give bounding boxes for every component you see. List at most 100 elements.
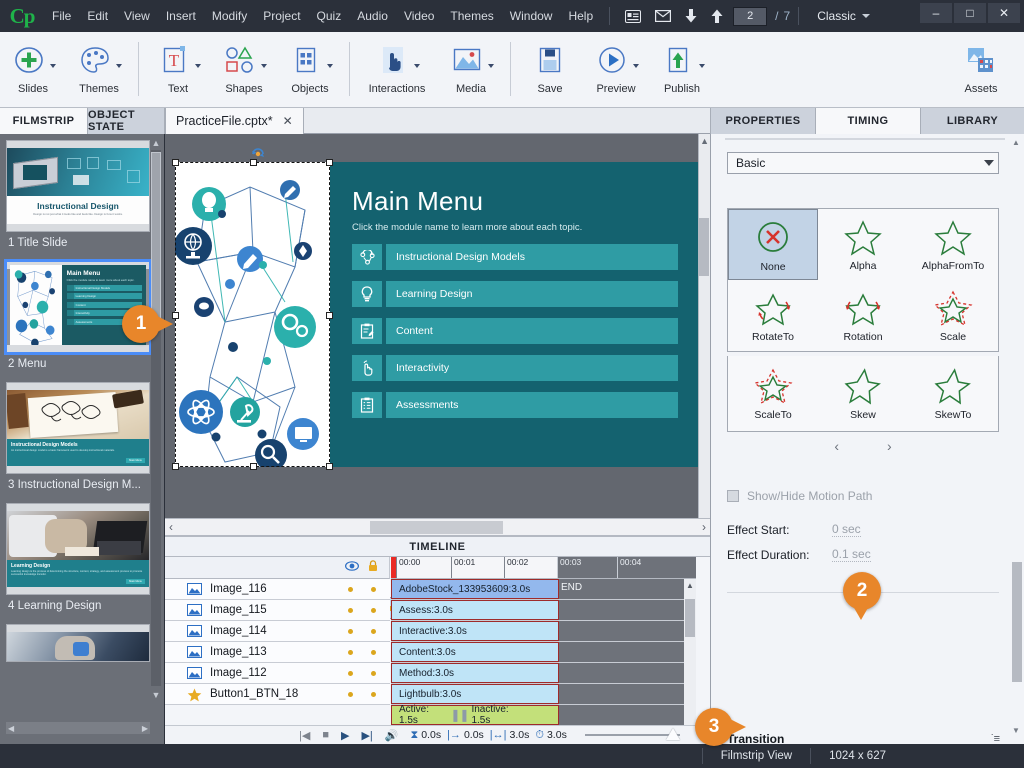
effect-scale[interactable]: Scale: [908, 280, 998, 351]
chevron-down-icon[interactable]: [327, 64, 333, 68]
scroll-thumb[interactable]: [151, 152, 161, 322]
maximize-button[interactable]: □: [954, 3, 986, 23]
filmstrip-slide-5[interactable]: [6, 624, 150, 662]
toolbar-text-button[interactable]: T Text: [145, 38, 211, 95]
menu-item-video[interactable]: Video: [396, 5, 442, 27]
filmstrip-scrollbar[interactable]: ▲ ▼: [151, 138, 161, 700]
timeline-v-scrollbar[interactable]: ▲: [684, 579, 696, 726]
table-row[interactable]: Image_116: [165, 579, 390, 600]
scroll-left-icon[interactable]: ◀: [8, 724, 14, 733]
scroll-up-icon[interactable]: ▲: [700, 136, 709, 146]
clip-bar[interactable]: Lightbulb:3.0s: [391, 684, 559, 704]
tab-properties[interactable]: PROPERTIES: [710, 108, 815, 134]
filmstrip-slide-3[interactable]: Instructional Design Models An instructi…: [6, 382, 150, 491]
effect-scaleto[interactable]: ScaleTo: [728, 356, 818, 431]
toolbar-assets-button[interactable]: Assets: [948, 38, 1014, 95]
scroll-thumb[interactable]: [370, 521, 503, 534]
skip-forward-icon[interactable]: ▶|: [355, 729, 378, 742]
resize-handle-sw[interactable]: [172, 463, 179, 470]
toolbar-publish-button[interactable]: Publish: [649, 38, 715, 95]
timeline-track[interactable]: Content:3.0s: [391, 642, 684, 663]
lock-icon[interactable]: [368, 560, 378, 572]
toolbar-objects-button[interactable]: Objects: [277, 38, 343, 95]
panel-scrollbar[interactable]: ▲ ▼: [1012, 138, 1022, 735]
menu-item-audio[interactable]: Audio: [349, 5, 396, 27]
visibility-toggle[interactable]: [348, 650, 353, 655]
next-page-icon[interactable]: ›: [887, 438, 892, 454]
timeline-track[interactable]: AdobeStock_133953609:3.0s END: [391, 579, 684, 600]
clip-bar[interactable]: Assess:3.0s: [391, 600, 559, 620]
visibility-toggle[interactable]: [348, 692, 353, 697]
play-icon[interactable]: ▶: [335, 729, 355, 742]
close-button[interactable]: ✕: [988, 3, 1020, 23]
checkbox[interactable]: [727, 490, 739, 502]
scroll-thumb[interactable]: [1012, 562, 1022, 682]
slide-menu-item-4[interactable]: Interactivity: [352, 355, 678, 381]
chevron-down-icon[interactable]: [116, 64, 122, 68]
chevron-down-icon[interactable]: [50, 64, 56, 68]
slide-canvas[interactable]: Main Menu Click the module name to learn…: [165, 134, 710, 534]
filmstrip-panel[interactable]: Instructional Design Design is not just …: [0, 134, 165, 744]
toolbar-themes-button[interactable]: Themes: [66, 38, 132, 95]
slide-menu-item-3[interactable]: Content: [352, 318, 678, 344]
close-icon[interactable]: ✕: [283, 114, 293, 128]
lock-toggle[interactable]: [371, 671, 376, 676]
slider-knob[interactable]: [666, 728, 680, 740]
lock-toggle[interactable]: [371, 650, 376, 655]
chevron-down-icon[interactable]: [414, 64, 420, 68]
scroll-right-icon[interactable]: ›: [702, 520, 706, 534]
chevron-down-icon[interactable]: [633, 64, 639, 68]
visibility-toggle[interactable]: [348, 608, 353, 613]
mail-icon[interactable]: [648, 10, 678, 22]
table-row[interactable]: Image_115: [165, 600, 390, 621]
scroll-right-icon[interactable]: ▶: [142, 724, 148, 733]
visibility-toggle[interactable]: [348, 671, 353, 676]
scroll-down-icon[interactable]: ▼: [151, 690, 161, 702]
selection-bounding-box[interactable]: [172, 159, 333, 470]
timeline-track[interactable]: Active: 1.5s ❚❚ Inactive: 1.5s: [391, 704, 684, 726]
lock-toggle[interactable]: [371, 629, 376, 634]
slide-menu-item-1[interactable]: Instructional Design Models: [352, 244, 678, 270]
canvas-v-scrollbar[interactable]: ▲ ▼: [698, 134, 710, 534]
chevron-down-icon[interactable]: [488, 64, 494, 68]
toolbar-shapes-button[interactable]: Shapes: [211, 38, 277, 95]
tab-library[interactable]: LIBRARY: [920, 108, 1024, 134]
menu-item-modify[interactable]: Modify: [204, 5, 255, 27]
table-row[interactable]: Image_114: [165, 621, 390, 642]
volume-icon[interactable]: 🔊: [379, 729, 405, 742]
document-tab[interactable]: PracticeFile.cptx* ✕: [165, 108, 304, 134]
effect-skewto[interactable]: SkewTo: [908, 356, 998, 431]
clip-bar[interactable]: Content:3.0s: [391, 642, 559, 662]
effect-none[interactable]: None: [728, 209, 818, 280]
toolbar-interactions-button[interactable]: Interactions: [356, 38, 438, 95]
clip-bar[interactable]: Method:3.0s: [391, 663, 559, 683]
table-row[interactable]: Image_113: [165, 642, 390, 663]
minimize-button[interactable]: –: [920, 3, 952, 23]
toolbar-save-button[interactable]: Save: [517, 38, 583, 95]
timeline-ruler[interactable]: 00:03 00:04 00:00 00:01 00:02: [391, 557, 696, 579]
scroll-left-icon[interactable]: ‹: [169, 520, 173, 534]
clip-bar[interactable]: Interactive:3.0s: [391, 621, 559, 641]
eye-icon[interactable]: [345, 561, 359, 571]
menu-item-view[interactable]: View: [116, 5, 158, 27]
toolbar-media-button[interactable]: Media: [438, 38, 504, 95]
scroll-up-icon[interactable]: ▲: [686, 581, 694, 590]
table-row[interactable]: Image_112: [165, 663, 390, 684]
notes-icon[interactable]: [618, 9, 648, 23]
scroll-thumb[interactable]: [685, 599, 695, 637]
workspace-selector[interactable]: Classic: [807, 9, 870, 23]
scroll-up-icon[interactable]: ▲: [1012, 138, 1020, 147]
menu-item-help[interactable]: Help: [560, 5, 601, 27]
slide-menu-item-5[interactable]: Assessments: [352, 392, 678, 418]
effect-alphafromto[interactable]: AlphaFromTo: [908, 209, 998, 280]
stop-icon[interactable]: ■: [316, 729, 335, 741]
tab-timing[interactable]: TIMING: [815, 108, 920, 134]
motion-path-toggle[interactable]: Show/Hide Motion Path: [727, 489, 872, 503]
prev-page-icon[interactable]: ‹: [834, 438, 839, 454]
rotate-handle-icon[interactable]: [250, 146, 266, 162]
timeline-track[interactable]: Lightbulb:3.0s: [391, 684, 684, 705]
chevron-down-icon[interactable]: [195, 64, 201, 68]
playhead-marker[interactable]: [391, 557, 396, 578]
scroll-thumb[interactable]: [699, 218, 709, 276]
lock-toggle[interactable]: [371, 692, 376, 697]
